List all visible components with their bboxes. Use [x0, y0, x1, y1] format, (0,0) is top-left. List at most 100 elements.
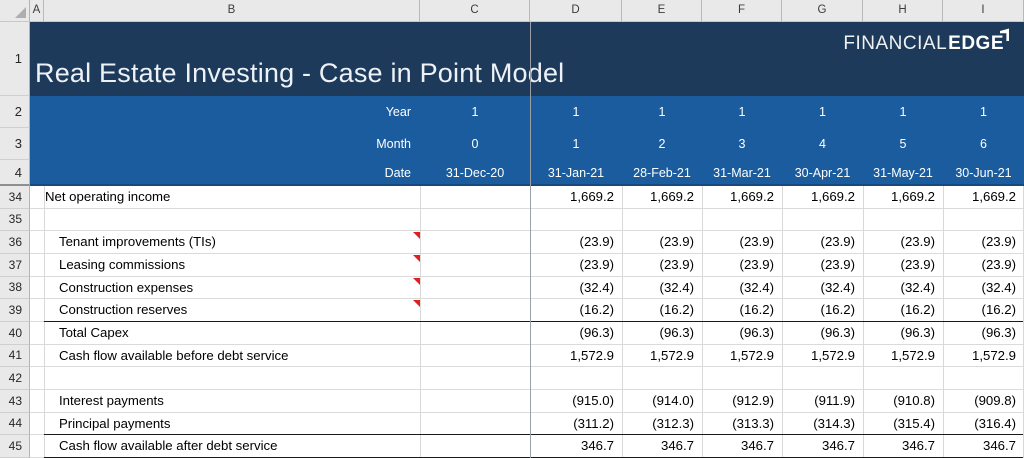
- cell-F38[interactable]: (32.4): [702, 277, 782, 299]
- cell-E45[interactable]: 346.7: [622, 435, 702, 457]
- cell-E40[interactable]: (96.3): [622, 322, 702, 344]
- cell-C4[interactable]: 31-Dec-20: [420, 160, 530, 186]
- row-header-44[interactable]: 44: [0, 413, 30, 436]
- row-header-40[interactable]: 40: [0, 322, 30, 345]
- cell-B38[interactable]: Construction expenses: [44, 277, 420, 299]
- select-all-corner[interactable]: [0, 0, 30, 22]
- cell-H37[interactable]: (23.9): [863, 254, 943, 276]
- cell-F44[interactable]: (313.3): [702, 413, 782, 435]
- cell-E38[interactable]: (32.4): [622, 277, 702, 299]
- cell-H39[interactable]: (16.2): [863, 299, 943, 321]
- row-header-41[interactable]: 41: [0, 345, 30, 368]
- cell-D3[interactable]: 1: [530, 128, 622, 160]
- cell-F3[interactable]: 3: [702, 128, 782, 160]
- cell-A45[interactable]: [30, 435, 44, 457]
- cell-A35[interactable]: [30, 209, 44, 231]
- cell-D41[interactable]: 1,572.9: [530, 345, 622, 367]
- cell-B40[interactable]: Total Capex: [44, 322, 420, 344]
- cell-C44[interactable]: [420, 413, 530, 435]
- cell-C42[interactable]: [420, 367, 530, 389]
- cell-I41[interactable]: 1,572.9: [943, 345, 1024, 367]
- row-header-45[interactable]: 45: [0, 435, 30, 458]
- cell-F2[interactable]: 1: [702, 96, 782, 128]
- cell-C43[interactable]: [420, 390, 530, 412]
- cell-E35[interactable]: [622, 209, 702, 231]
- cell-A40[interactable]: [30, 322, 44, 344]
- cell-G42[interactable]: [782, 367, 863, 389]
- cell-G4[interactable]: 30-Apr-21: [782, 160, 863, 186]
- cell-H36[interactable]: (23.9): [863, 231, 943, 253]
- cell-H43[interactable]: (910.8): [863, 390, 943, 412]
- cell-I38[interactable]: (32.4): [943, 277, 1024, 299]
- cell-I36[interactable]: (23.9): [943, 231, 1024, 253]
- cell-H44[interactable]: (315.4): [863, 413, 943, 435]
- cell-C34[interactable]: [420, 186, 530, 208]
- cell-H42[interactable]: [863, 367, 943, 389]
- cell-F45[interactable]: 346.7: [702, 435, 782, 457]
- row-header-39[interactable]: 39: [0, 299, 30, 322]
- cell-E41[interactable]: 1,572.9: [622, 345, 702, 367]
- cell-C36[interactable]: [420, 231, 530, 253]
- cell-B3[interactable]: Month: [30, 128, 420, 160]
- cell-F36[interactable]: (23.9): [702, 231, 782, 253]
- cell-C45[interactable]: [420, 435, 530, 457]
- cell-F40[interactable]: (96.3): [702, 322, 782, 344]
- cell-G3[interactable]: 4: [782, 128, 863, 160]
- cell-D42[interactable]: [530, 367, 622, 389]
- column-header-G[interactable]: G: [782, 0, 863, 22]
- cell-E3[interactable]: 2: [622, 128, 702, 160]
- cell-C3[interactable]: 0: [420, 128, 530, 160]
- cell-A37[interactable]: [30, 254, 44, 276]
- cell-C35[interactable]: [420, 209, 530, 231]
- column-header-C[interactable]: C: [420, 0, 530, 22]
- column-header-B[interactable]: B: [44, 0, 420, 22]
- cell-F35[interactable]: [702, 209, 782, 231]
- row-header-36[interactable]: 36: [0, 231, 30, 254]
- cell-I4[interactable]: 30-Jun-21: [943, 160, 1024, 186]
- row-header-38[interactable]: 38: [0, 277, 30, 300]
- cell-D2[interactable]: 1: [530, 96, 622, 128]
- row-header-37[interactable]: 37: [0, 254, 30, 277]
- cell-A43[interactable]: [30, 390, 44, 412]
- cell-E2[interactable]: 1: [622, 96, 702, 128]
- row-header-43[interactable]: 43: [0, 390, 30, 413]
- row-header-34[interactable]: 34: [0, 186, 30, 209]
- cell-A44[interactable]: [30, 413, 44, 435]
- cell-H4[interactable]: 31-May-21: [863, 160, 943, 186]
- cell-D45[interactable]: 346.7: [530, 435, 622, 457]
- cell-D38[interactable]: (32.4): [530, 277, 622, 299]
- cell-E34[interactable]: 1,669.2: [622, 186, 702, 208]
- cell-G40[interactable]: (96.3): [782, 322, 863, 344]
- cell-E36[interactable]: (23.9): [622, 231, 702, 253]
- cell-H3[interactable]: 5: [863, 128, 943, 160]
- cell-H40[interactable]: (96.3): [863, 322, 943, 344]
- cell-D36[interactable]: (23.9): [530, 231, 622, 253]
- cell-G45[interactable]: 346.7: [782, 435, 863, 457]
- column-header-D[interactable]: D: [530, 0, 622, 22]
- cell-D40[interactable]: (96.3): [530, 322, 622, 344]
- cell-C40[interactable]: [420, 322, 530, 344]
- cell-I42[interactable]: [943, 367, 1024, 389]
- cell-C38[interactable]: [420, 277, 530, 299]
- cell-E43[interactable]: (914.0): [622, 390, 702, 412]
- cell-B43[interactable]: Interest payments: [44, 390, 420, 412]
- cell-A41[interactable]: [30, 345, 44, 367]
- row-header-1[interactable]: 1: [0, 22, 30, 96]
- cell-I37[interactable]: (23.9): [943, 254, 1024, 276]
- cell-D43[interactable]: (915.0): [530, 390, 622, 412]
- cell-F39[interactable]: (16.2): [702, 299, 782, 321]
- cell-G37[interactable]: (23.9): [782, 254, 863, 276]
- cell-B41[interactable]: Cash flow available before debt service: [44, 345, 420, 367]
- cell-G38[interactable]: (32.4): [782, 277, 863, 299]
- cell-I35[interactable]: [943, 209, 1024, 231]
- cell-B4[interactable]: Date: [30, 160, 420, 186]
- cell-G44[interactable]: (314.3): [782, 413, 863, 435]
- row-header-3[interactable]: 3: [0, 128, 30, 160]
- row-header-2[interactable]: 2: [0, 96, 30, 128]
- cell-B44[interactable]: Principal payments: [44, 413, 420, 435]
- cell-B2[interactable]: Year: [30, 96, 420, 128]
- cell-D4[interactable]: 31-Jan-21: [530, 160, 622, 186]
- cell-I3[interactable]: 6: [943, 128, 1024, 160]
- cell-G35[interactable]: [782, 209, 863, 231]
- cell-B37[interactable]: Leasing commissions: [44, 254, 420, 276]
